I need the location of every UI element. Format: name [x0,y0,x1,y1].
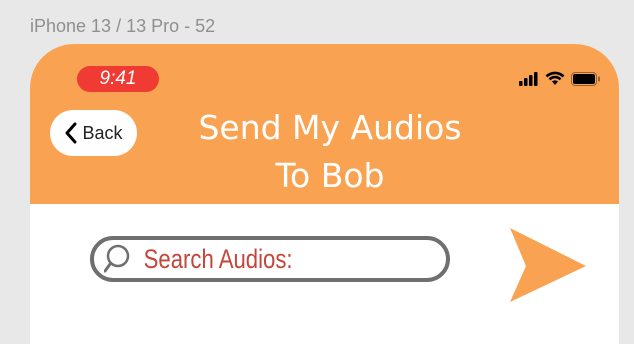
page-title-line-1: Send My Audios [198,108,462,147]
frame-label: iPhone 13 / 13 Pro - 52 [30,16,216,36]
header-bar: 9:41 Back Send My Audios To Bob [30,44,619,204]
search-field[interactable] [90,236,450,282]
phone-screen: 9:41 Back Send My Audios To Bob Search A… [30,44,619,344]
chevron-left-icon [65,122,77,144]
search-icon [104,244,130,273]
status-time: 9:41 [77,66,159,92]
cellular-signal-icon [519,72,538,86]
page-title-line-2: To Bob [275,156,385,195]
search-input[interactable] [142,242,384,276]
battery-icon [571,72,600,86]
send-icon[interactable] [500,224,590,304]
back-button[interactable]: Back [50,110,137,156]
back-button-label: Back [82,122,123,143]
page-title: Send My Audios To Bob [170,104,490,200]
wifi-icon [545,71,565,85]
status-icons [519,70,601,86]
